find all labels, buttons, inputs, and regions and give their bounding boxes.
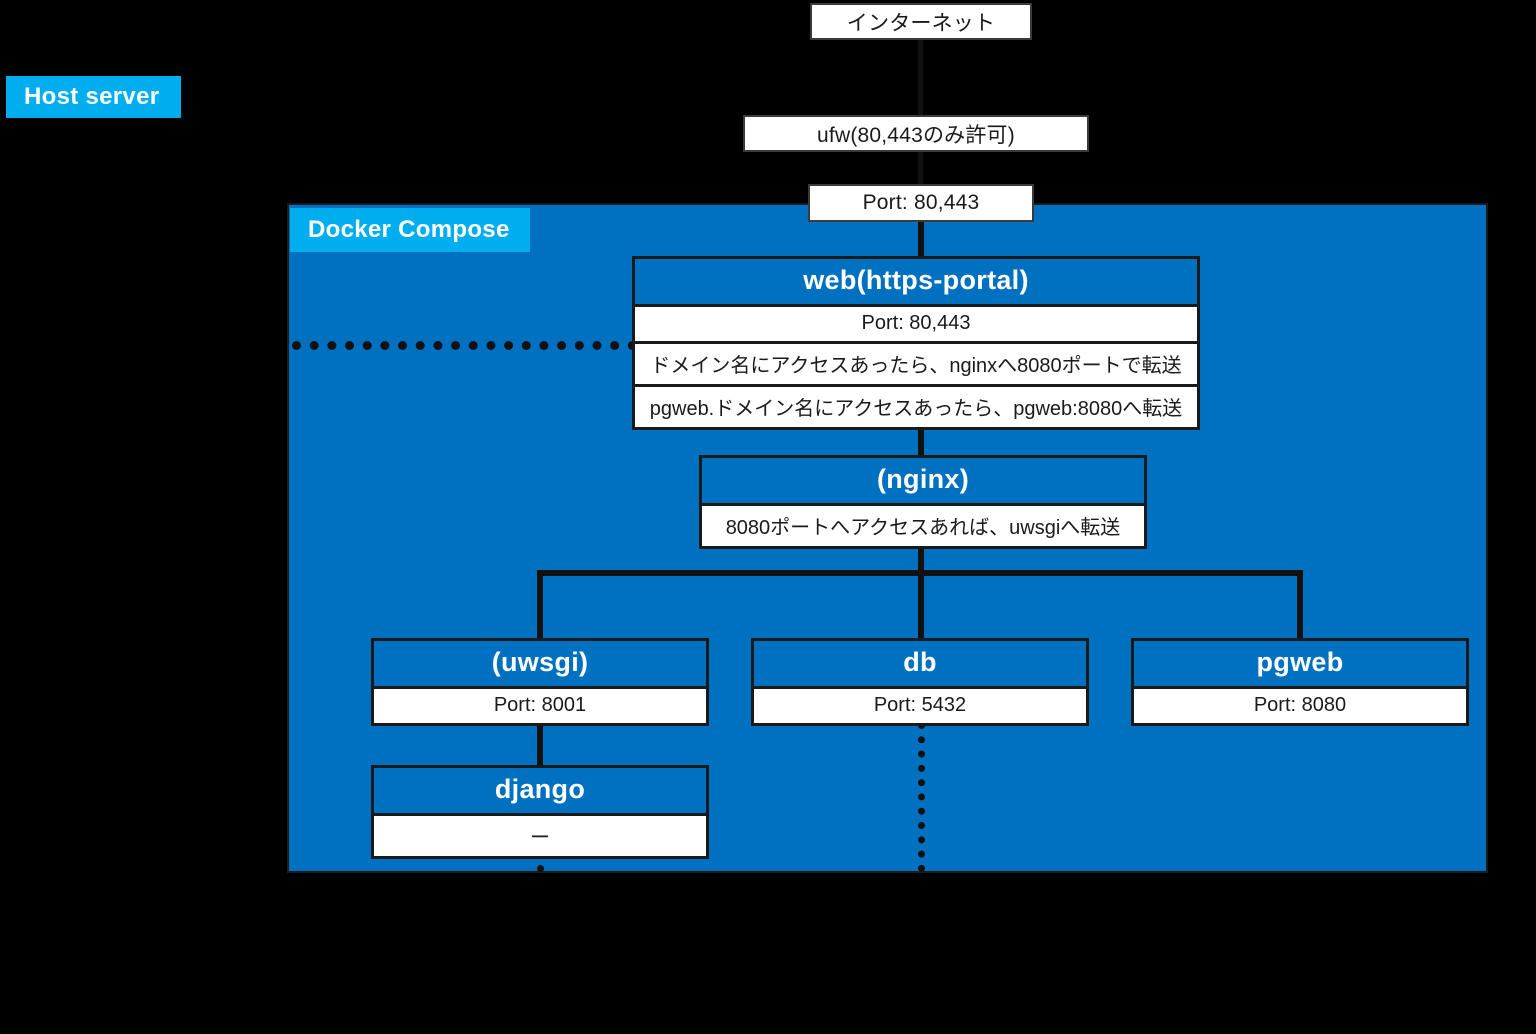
host-server-label-text: Host server — [24, 83, 160, 110]
service-card-pgweb: pgweb Port: 8080 — [1131, 638, 1469, 726]
service-card-nginx: (nginx) 8080ポートへアクセスあれば、uwsgiへ転送 — [699, 455, 1147, 549]
service-web-row-1: ドメイン名にアクセスあったら、nginxへ8080ポートで転送 — [635, 341, 1197, 384]
node-ufw: ufw(80,443のみ許可) — [743, 115, 1089, 152]
docker-compose-label-text: Docker Compose — [308, 216, 510, 243]
node-internet: インターネット — [810, 3, 1032, 40]
service-card-db: db Port: 5432 — [751, 638, 1089, 726]
connector-bus-to-pgweb — [1297, 570, 1303, 640]
service-db-row-0: Port: 5432 — [754, 686, 1086, 723]
service-db-title: db — [754, 641, 1086, 686]
connector-uwsgi-to-django — [537, 722, 543, 767]
diagram-canvas: Host server Docker Compose インターネット ufw(8… — [0, 0, 1536, 1034]
connector-web-to-nginx — [918, 426, 924, 456]
service-card-web: web(https-portal) Port: 80,443 ドメイン名にアクセ… — [632, 256, 1200, 430]
service-pgweb-row-0: Port: 8080 — [1134, 686, 1466, 723]
connector-ufw-to-port — [918, 150, 923, 185]
service-web-title: web(https-portal) — [635, 259, 1197, 304]
service-nginx-title: (nginx) — [702, 458, 1144, 503]
service-card-uwsgi: (uwsgi) Port: 8001 — [371, 638, 709, 726]
connector-port-to-web — [918, 220, 924, 258]
service-pgweb-title: pgweb — [1134, 641, 1466, 686]
connector-bus-to-db — [918, 570, 924, 640]
service-nginx-row-0: 8080ポートへアクセスあれば、uwsgiへ転送 — [702, 503, 1144, 546]
node-internet-text: インターネット — [846, 11, 996, 35]
connector-dotted-host-boundary — [292, 341, 637, 350]
service-web-row-2: pgweb.ドメイン名にアクセスあったら、pgweb:8080へ転送 — [635, 384, 1197, 427]
service-django-row-0: ー — [374, 813, 706, 856]
docker-compose-label: Docker Compose — [290, 208, 530, 252]
service-web-row-0: Port: 80,443 — [635, 304, 1197, 341]
connector-internet-to-ufw — [918, 38, 923, 116]
node-ufw-text: ufw(80,443のみ許可) — [817, 123, 1015, 147]
node-port-entry: Port: 80,443 — [808, 184, 1034, 222]
node-port-entry-text: Port: 80,443 — [862, 191, 980, 214]
service-django-title: django — [374, 768, 706, 813]
connector-bus-to-uwsgi — [537, 570, 543, 640]
service-card-django: django ー — [371, 765, 709, 859]
service-uwsgi-row-0: Port: 8001 — [374, 686, 706, 723]
connector-dotted-db-down — [918, 722, 925, 872]
host-server-label: Host server — [6, 76, 181, 118]
service-uwsgi-title: (uwsgi) — [374, 641, 706, 686]
